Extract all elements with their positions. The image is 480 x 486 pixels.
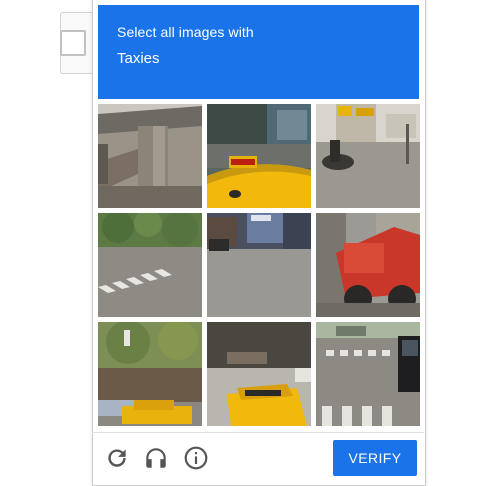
footer-divider bbox=[92, 432, 424, 433]
headphones-icon[interactable] bbox=[143, 445, 169, 471]
image-tile[interactable] bbox=[98, 104, 202, 208]
image-tile[interactable] bbox=[316, 213, 420, 317]
info-icon[interactable] bbox=[183, 445, 209, 471]
recaptcha-checkbox[interactable] bbox=[60, 30, 86, 56]
instruction-text: Select all images with bbox=[117, 24, 254, 40]
reload-icon[interactable] bbox=[104, 445, 130, 471]
image-tile[interactable] bbox=[207, 104, 311, 208]
verify-button[interactable]: VERIFY bbox=[333, 440, 417, 476]
image-grid bbox=[98, 104, 420, 426]
target-object-text: Taxies bbox=[117, 50, 160, 67]
image-tile[interactable] bbox=[316, 322, 420, 426]
image-tile[interactable] bbox=[98, 322, 202, 426]
challenge-header: Select all images with Taxies bbox=[98, 5, 419, 99]
image-tile[interactable] bbox=[316, 104, 420, 208]
image-tile[interactable] bbox=[98, 213, 202, 317]
image-tile[interactable] bbox=[207, 213, 311, 317]
image-tile[interactable] bbox=[207, 322, 311, 426]
